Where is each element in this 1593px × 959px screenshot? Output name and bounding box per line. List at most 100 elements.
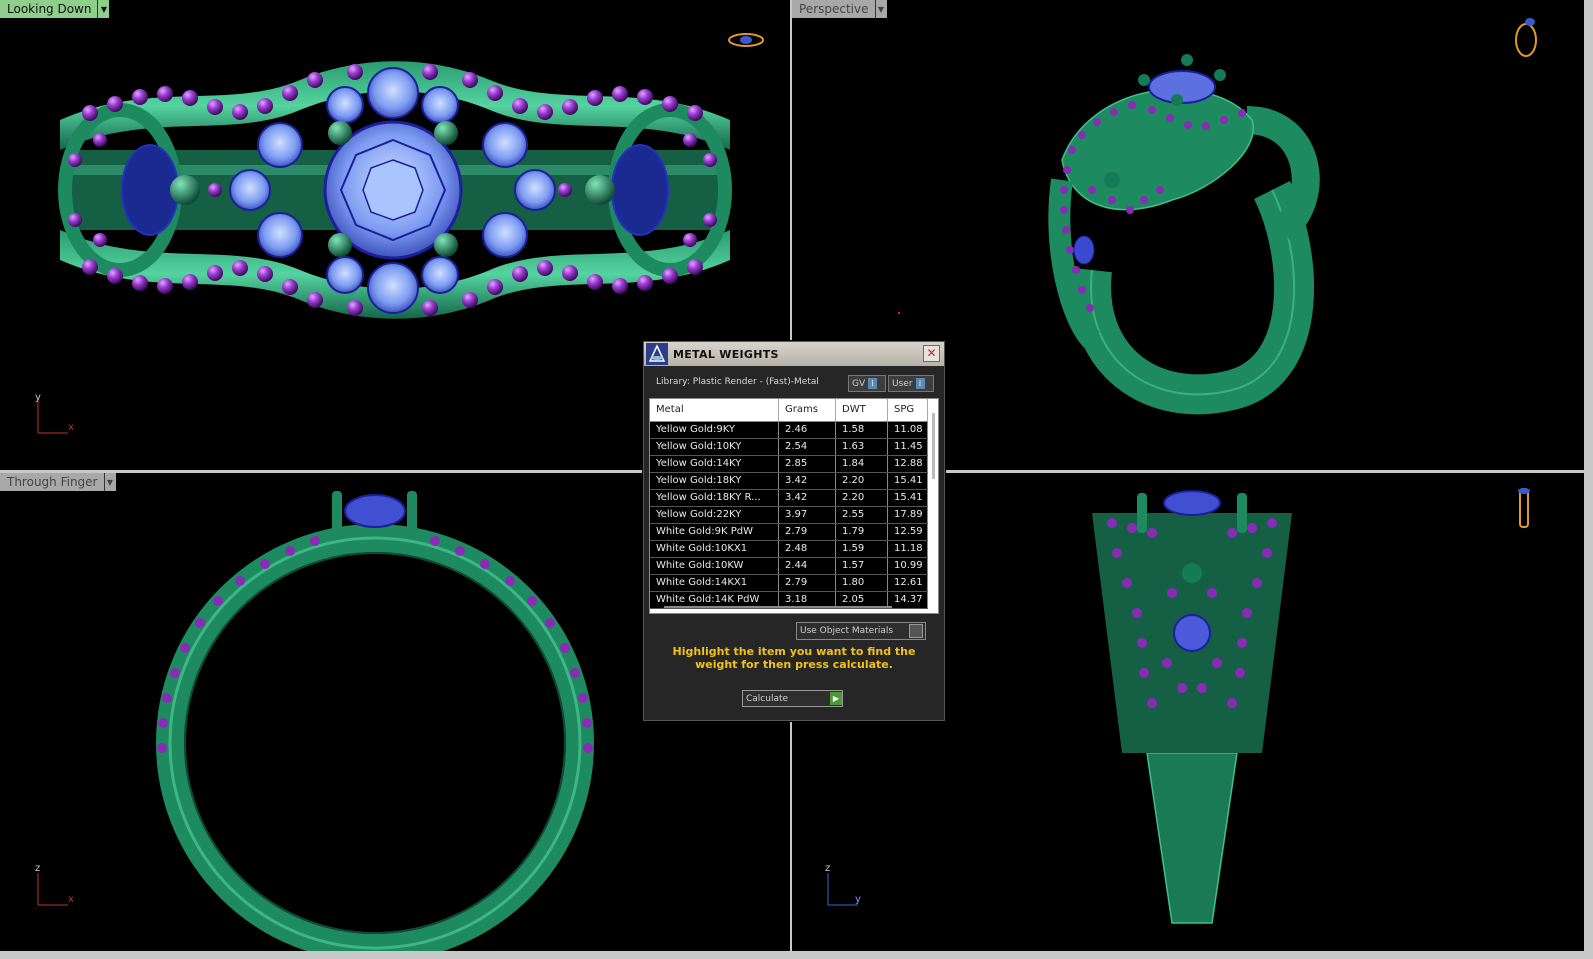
cell-spg: 14.37 (888, 592, 928, 608)
cell-metal: White Gold:9K PdW (650, 524, 779, 540)
cell-dwt: 1.57 (836, 558, 888, 574)
cell-dwt: 2.20 (836, 490, 888, 506)
dialog-title: METAL WEIGHTS (673, 347, 779, 361)
axis-label-y: y (855, 894, 861, 905)
table-row[interactable]: Yellow Gold:14KY 2.85 1.84 12.88 (650, 456, 928, 473)
cell-spg: 11.45 (888, 439, 928, 455)
cell-spg: 11.18 (888, 541, 928, 557)
origin-marker (898, 312, 900, 314)
user-select[interactable]: User i (888, 375, 934, 392)
material-source-select[interactable]: Use Object Materials (796, 622, 926, 640)
cell-grams: 2.48 (779, 541, 836, 557)
metal-weights-dialog[interactable]: METAL WEIGHTS ✕ Library: Plastic Render … (643, 341, 945, 721)
calculate-label: Calculate (746, 693, 789, 704)
axis-label-z: z (35, 863, 41, 874)
cell-metal: White Gold:10KW (650, 558, 779, 574)
vertical-scrollbar[interactable] (932, 413, 935, 479)
cell-dwt: 1.80 (836, 575, 888, 591)
app-logo-icon (646, 343, 668, 365)
cell-metal: Yellow Gold:18KY R... (650, 490, 779, 506)
table-row[interactable]: White Gold:10KW 2.44 1.57 10.99 (650, 558, 928, 575)
cell-dwt: 1.63 (836, 439, 888, 455)
table-row[interactable]: Yellow Gold:18KY R... 3.42 2.20 15.41 (650, 490, 928, 507)
cell-grams: 2.85 (779, 456, 836, 472)
cell-grams: 2.44 (779, 558, 836, 574)
cell-spg: 15.41 (888, 473, 928, 489)
cell-metal: Yellow Gold:9KY (650, 422, 779, 438)
instruction-text: Highlight the item you want to find the … (672, 645, 916, 671)
ring-orientation-icon (1515, 18, 1537, 57)
cell-grams: 3.42 (779, 490, 836, 506)
cell-metal: Yellow Gold:14KY (650, 456, 779, 472)
info-icon: i (868, 378, 878, 389)
viewport-label-through-finger[interactable]: Through Finger ▼ (0, 473, 116, 491)
cell-spg: 12.61 (888, 575, 928, 591)
column-header-dwt[interactable]: DWT (836, 399, 888, 421)
axis-label-y: y (35, 392, 41, 403)
viewport-label-text: Through Finger (0, 473, 104, 491)
column-header-spg[interactable]: SPG (888, 399, 928, 421)
ring-orientation-icon (1518, 488, 1530, 528)
cell-dwt: 1.84 (836, 456, 888, 472)
dropdown-icon (909, 624, 923, 638)
cell-spg: 12.59 (888, 524, 928, 540)
dialog-title-bar[interactable]: METAL WEIGHTS ✕ (644, 342, 944, 366)
cell-dwt: 2.20 (836, 473, 888, 489)
axis-label-z: z (825, 863, 831, 874)
table-header: Metal Grams DWT SPG (650, 399, 928, 422)
chevron-down-icon[interactable]: ▼ (97, 0, 110, 18)
user-select-label: User (892, 378, 913, 389)
gv-select-label: GV (852, 378, 866, 389)
cell-grams: 3.42 (779, 473, 836, 489)
table-row[interactable]: Yellow Gold:18KY 3.42 2.20 15.41 (650, 473, 928, 490)
cell-grams: 2.79 (779, 524, 836, 540)
cell-spg: 12.88 (888, 456, 928, 472)
table-row[interactable]: White Gold:10KX1 2.48 1.59 11.18 (650, 541, 928, 558)
chevron-down-icon[interactable]: ▼ (874, 0, 887, 18)
table-body: Yellow Gold:9KY 2.46 1.58 11.08 Yellow Gold:… (650, 422, 928, 609)
bottom-border (0, 951, 1593, 959)
cell-metal: Yellow Gold:10KY (650, 439, 779, 455)
column-header-grams[interactable]: Grams (779, 399, 836, 421)
cell-dwt: 1.79 (836, 524, 888, 540)
table-row[interactable]: Yellow Gold:10KY 2.54 1.63 11.45 (650, 439, 928, 456)
library-label: Library: Plastic Render - (Fast)-Metal (656, 377, 819, 387)
table-row[interactable]: White Gold:14KX1 2.79 1.80 12.61 (650, 575, 928, 592)
cell-grams: 2.54 (779, 439, 836, 455)
table-row[interactable]: White Gold:9K PdW 2.79 1.79 12.59 (650, 524, 928, 541)
cell-spg: 11.08 (888, 422, 928, 438)
axis-label-x: x (68, 422, 74, 433)
column-header-metal[interactable]: Metal (650, 399, 779, 421)
play-icon: ▶ (830, 692, 842, 705)
material-source-label: Use Object Materials (800, 626, 894, 636)
viewport-label-text: Looking Down (0, 0, 98, 18)
gv-select[interactable]: GV i (848, 375, 886, 392)
metal-weights-table[interactable]: Metal Grams DWT SPG Yellow Gold:9KY 2.46 1… (649, 398, 939, 614)
ring-orientation-icon (728, 33, 764, 47)
cell-spg: 17.89 (888, 507, 928, 523)
close-icon[interactable]: ✕ (923, 345, 940, 362)
cell-metal: Yellow Gold:18KY (650, 473, 779, 489)
horizontal-scrollbar[interactable] (664, 606, 892, 608)
cell-dwt: 2.55 (836, 507, 888, 523)
cell-grams: 2.79 (779, 575, 836, 591)
axis-label-x: x (68, 894, 74, 905)
cell-spg: 10.99 (888, 558, 928, 574)
right-border (1584, 0, 1593, 959)
cell-metal: Yellow Gold:22KY (650, 507, 779, 523)
table-row[interactable]: Yellow Gold:9KY 2.46 1.58 11.08 (650, 422, 928, 439)
cell-grams: 2.46 (779, 422, 836, 438)
viewport-label-looking-down[interactable]: Looking Down ▼ (0, 0, 110, 18)
cell-dwt: 1.59 (836, 541, 888, 557)
cell-metal: White Gold:10KX1 (650, 541, 779, 557)
cell-spg: 15.41 (888, 490, 928, 506)
info-icon: i (915, 378, 925, 389)
viewport-label-text: Perspective (792, 0, 875, 18)
cell-grams: 3.97 (779, 507, 836, 523)
cell-metal: White Gold:14KX1 (650, 575, 779, 591)
viewport-label-perspective[interactable]: Perspective ▼ (792, 0, 887, 18)
table-row[interactable]: Yellow Gold:22KY 3.97 2.55 17.89 (650, 507, 928, 524)
chevron-down-icon[interactable]: ▼ (103, 473, 116, 491)
cell-dwt: 1.58 (836, 422, 888, 438)
calculate-button[interactable]: Calculate ▶ (742, 690, 843, 707)
